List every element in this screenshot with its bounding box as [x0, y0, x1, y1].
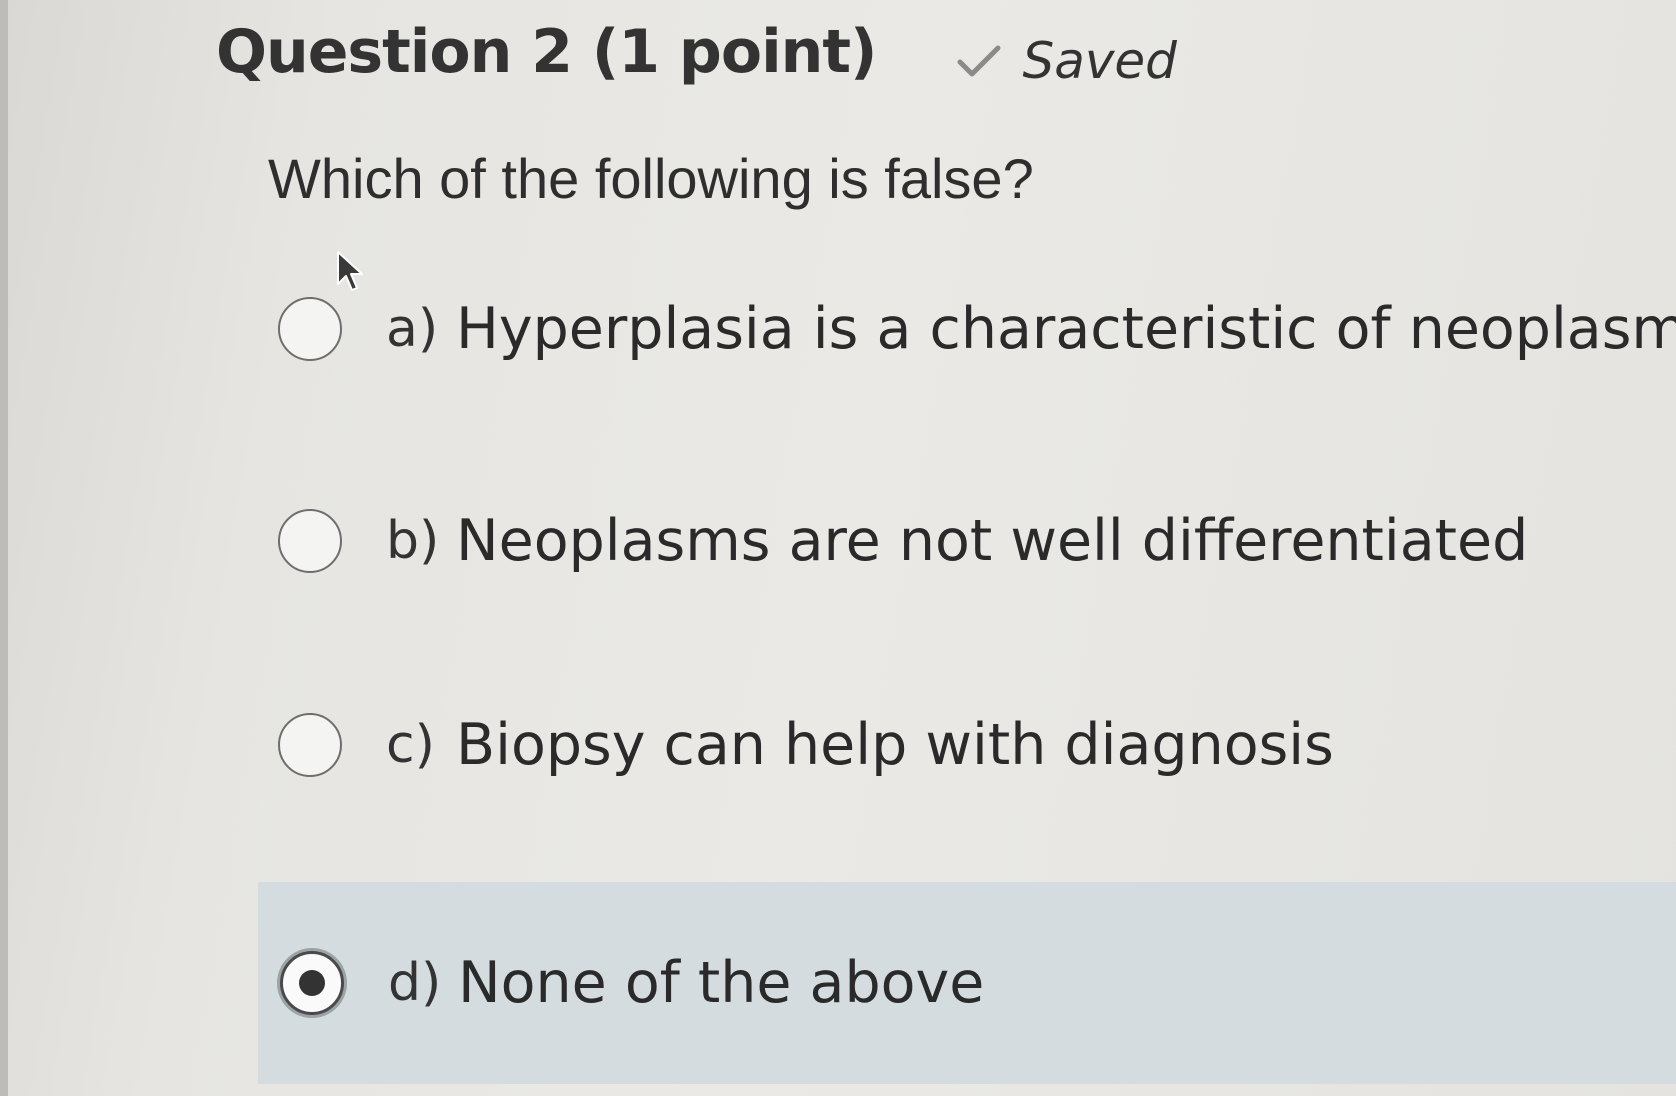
screen-edge — [0, 0, 8, 1096]
radio-button-a[interactable] — [278, 297, 342, 361]
option-letter: c) — [386, 715, 435, 775]
option-label[interactable]: Hyperplasia is a characteristic of neopl… — [456, 296, 1676, 362]
option-label[interactable]: None of the above — [458, 950, 984, 1016]
option-label[interactable]: Neoplasms are not well differentiated — [456, 508, 1528, 574]
option-d[interactable]: d) None of the above — [258, 882, 1676, 1084]
radio-button-b[interactable] — [278, 509, 342, 573]
option-letter: d) — [388, 953, 442, 1013]
question-title: Question 2 (1 point) — [216, 17, 877, 87]
radio-button-c[interactable] — [278, 713, 342, 777]
question-header: Question 2 (1 point) Saved — [216, 14, 1177, 90]
saved-label: Saved — [1022, 32, 1177, 90]
radio-selected-dot — [299, 970, 325, 996]
saved-status: Saved — [956, 32, 1177, 90]
option-c[interactable]: c) Biopsy can help with diagnosis — [256, 712, 1334, 778]
question-prompt: Which of the following is false? — [268, 147, 1034, 210]
mouse-cursor-icon — [337, 251, 363, 291]
option-label[interactable]: Biopsy can help with diagnosis — [456, 712, 1334, 778]
option-letter: b) — [386, 511, 440, 571]
option-a[interactable]: a) Hyperplasia is a characteristic of ne… — [256, 296, 1676, 362]
option-b[interactable]: b) Neoplasms are not well differentiated — [256, 508, 1528, 574]
radio-button-d-selected[interactable] — [280, 951, 344, 1015]
option-letter: a) — [386, 299, 439, 359]
checkmark-icon — [957, 45, 1001, 77]
